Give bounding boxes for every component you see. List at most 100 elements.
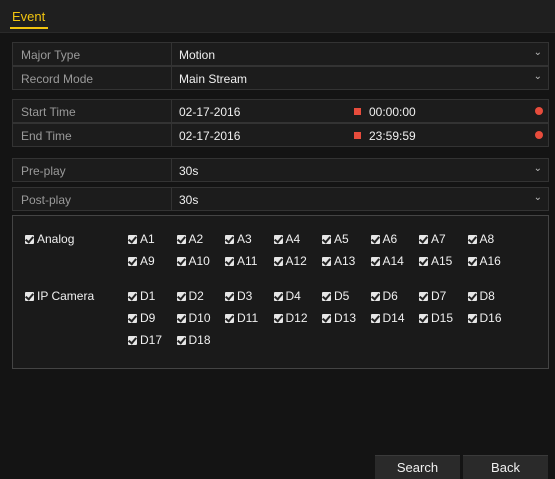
channel-checkbox-d1[interactable]: D1 [128, 289, 155, 303]
chevron-down-icon[interactable]: ⌄ [534, 192, 542, 203]
record-mode-select[interactable]: Main Stream [179, 72, 247, 86]
channel-checkbox-d8[interactable]: D8 [467, 289, 495, 303]
end-date-field[interactable]: 02-17-2016 [179, 129, 240, 143]
checkbox-icon[interactable] [128, 313, 137, 323]
checkbox-icon[interactable] [176, 335, 186, 345]
channel-checkbox-a9[interactable]: A9 [128, 254, 155, 268]
channel-checkbox-a13[interactable]: A13 [322, 254, 355, 268]
back-button[interactable]: Back [463, 455, 548, 479]
pre-play-row: Pre-play 30s ⌄ [12, 158, 549, 182]
channel-checkbox-a4[interactable]: A4 [273, 232, 300, 246]
channel-checkbox-a11[interactable]: A11 [225, 254, 257, 268]
checkbox-icon[interactable] [419, 234, 428, 244]
channel-checkbox-d12[interactable]: D12 [273, 311, 308, 325]
channel-checkbox-a1[interactable]: A1 [128, 232, 155, 246]
chevron-down-icon[interactable]: ⌄ [534, 163, 542, 174]
channel-checkbox-d14[interactable]: D14 [370, 311, 405, 325]
calendar-icon[interactable] [354, 132, 361, 139]
checkbox-icon[interactable] [322, 291, 331, 301]
checkbox-icon[interactable] [273, 313, 283, 323]
checkbox-icon[interactable] [419, 313, 428, 323]
checkbox-icon[interactable] [225, 291, 234, 301]
calendar-icon[interactable] [354, 108, 361, 115]
channel-checkbox-a5[interactable]: A5 [322, 232, 349, 246]
clock-icon[interactable] [535, 107, 543, 115]
channel-checkbox-a16[interactable]: A16 [467, 254, 501, 268]
checkbox-icon[interactable] [273, 234, 283, 244]
checkbox-icon[interactable] [419, 256, 428, 266]
checkbox-icon[interactable] [370, 313, 380, 323]
channel-checkbox-d6[interactable]: D6 [370, 289, 398, 303]
checkbox-icon[interactable] [322, 234, 331, 244]
checkbox-icon[interactable] [225, 256, 234, 266]
channel-label: A16 [479, 254, 501, 268]
checkbox-icon[interactable] [225, 234, 234, 244]
checkbox-icon[interactable] [128, 234, 137, 244]
search-button[interactable]: Search [375, 455, 460, 479]
channel-checkbox-a2[interactable]: A2 [176, 232, 203, 246]
checkbox-icon[interactable] [370, 234, 380, 244]
clock-icon[interactable] [535, 131, 543, 139]
checkbox-icon[interactable] [128, 335, 137, 345]
checkbox-icon[interactable] [25, 234, 34, 244]
checkbox-icon[interactable] [322, 256, 331, 266]
channel-checkbox-d9[interactable]: D9 [128, 311, 155, 325]
start-date-field[interactable]: 02-17-2016 [179, 105, 240, 119]
channel-checkbox-d13[interactable]: D13 [322, 311, 356, 325]
checkbox-icon[interactable] [176, 234, 186, 244]
ip-camera-checkbox[interactable]: IP Camera [25, 289, 94, 303]
channel-checkbox-a3[interactable]: A3 [225, 232, 252, 246]
analog-label: Analog [37, 232, 75, 246]
checkbox-icon[interactable] [419, 291, 428, 301]
channel-checkbox-d5[interactable]: D5 [322, 289, 349, 303]
checkbox-icon[interactable] [128, 256, 137, 266]
channel-checkbox-d17[interactable]: D17 [128, 333, 162, 347]
checkbox-icon[interactable] [370, 291, 380, 301]
channel-checkbox-d15[interactable]: D15 [419, 311, 453, 325]
end-time-field[interactable]: 23:59:59 [369, 129, 416, 143]
channel-checkbox-d4[interactable]: D4 [273, 289, 301, 303]
checkbox-icon[interactable] [273, 256, 283, 266]
tab-event[interactable]: Event [12, 9, 45, 24]
checkbox-icon[interactable] [176, 313, 186, 323]
checkbox-icon[interactable] [467, 313, 477, 323]
channel-checkbox-d7[interactable]: D7 [419, 289, 446, 303]
checkbox-icon[interactable] [176, 256, 186, 266]
channel-label: D17 [140, 333, 163, 347]
checkbox-icon[interactable] [370, 256, 380, 266]
major-type-label: Major Type [21, 48, 81, 62]
checkbox-icon[interactable] [322, 313, 331, 323]
channel-checkbox-d10[interactable]: D10 [176, 311, 211, 325]
checkbox-icon[interactable] [467, 234, 477, 244]
major-type-select[interactable]: Motion [179, 48, 215, 62]
channel-checkbox-a8[interactable]: A8 [467, 232, 494, 246]
channel-checkbox-a7[interactable]: A7 [419, 232, 446, 246]
chevron-down-icon[interactable]: ⌄ [534, 71, 542, 82]
channel-checkbox-d16[interactable]: D16 [467, 311, 502, 325]
channel-checkbox-d3[interactable]: D3 [225, 289, 252, 303]
channel-checkbox-a10[interactable]: A10 [176, 254, 210, 268]
channel-label: A1 [140, 232, 155, 246]
post-play-select[interactable]: 30s [179, 193, 198, 207]
pre-play-select[interactable]: 30s [179, 164, 198, 178]
channel-checkbox-d11[interactable]: D11 [225, 311, 258, 325]
channel-checkbox-a12[interactable]: A12 [273, 254, 307, 268]
channel-checkbox-a6[interactable]: A6 [370, 232, 397, 246]
checkbox-icon[interactable] [25, 291, 34, 301]
checkbox-icon[interactable] [467, 291, 477, 301]
channel-checkbox-a15[interactable]: A15 [419, 254, 452, 268]
checkbox-icon[interactable] [273, 291, 283, 301]
channel-checkbox-d18[interactable]: D18 [176, 333, 211, 347]
chevron-down-icon[interactable]: ⌄ [534, 47, 542, 58]
post-play-row: Post-play 30s ⌄ [12, 187, 549, 211]
checkbox-icon[interactable] [467, 256, 477, 266]
start-time-field[interactable]: 00:00:00 [369, 105, 416, 119]
checkbox-icon[interactable] [176, 291, 186, 301]
start-time-row: Start Time 02-17-2016 00:00:00 [12, 99, 549, 123]
checkbox-icon[interactable] [128, 291, 137, 301]
checkbox-icon[interactable] [225, 313, 234, 323]
analog-checkbox[interactable]: Analog [25, 232, 74, 246]
channel-checkbox-d2[interactable]: D2 [176, 289, 204, 303]
channel-label: D9 [140, 311, 156, 325]
channel-checkbox-a14[interactable]: A14 [370, 254, 404, 268]
